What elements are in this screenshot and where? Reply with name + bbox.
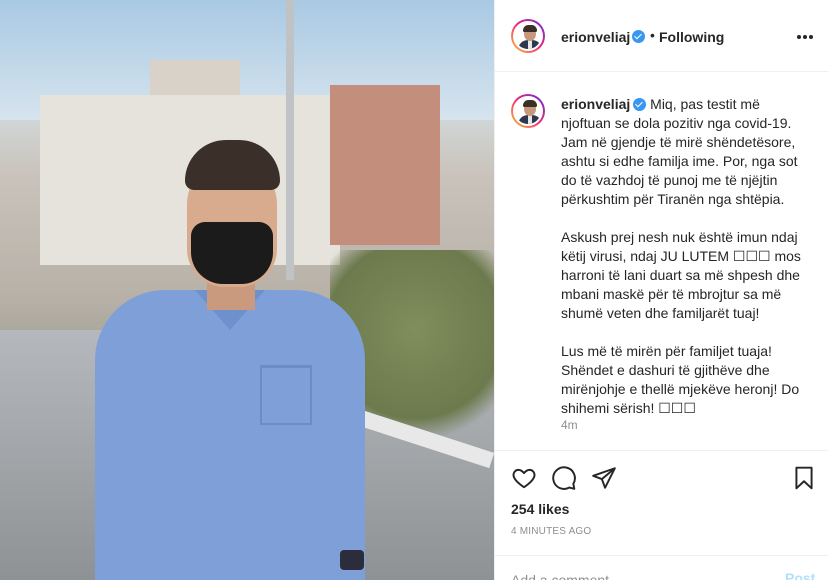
header-username[interactable]: erionveliaj bbox=[561, 29, 630, 45]
bookmark-icon[interactable] bbox=[791, 465, 817, 491]
caption-paragraph: Miq, pas testit më njoftuan se dola pozi… bbox=[561, 96, 802, 207]
caption-section: erionveliaj Miq, pas testit më njoftuan … bbox=[495, 72, 828, 450]
person-hair bbox=[185, 140, 280, 190]
post-photo[interactable] bbox=[0, 0, 494, 580]
paper-plane-icon[interactable] bbox=[591, 465, 617, 491]
heart-icon[interactable] bbox=[511, 465, 537, 491]
person-shirt bbox=[95, 290, 365, 580]
post-timestamp: 4 minutes ago bbox=[511, 526, 592, 537]
person-watch bbox=[340, 550, 364, 570]
caption-time[interactable]: 4m bbox=[561, 418, 578, 432]
comment-input[interactable] bbox=[511, 570, 751, 580]
more-options-icon[interactable] bbox=[797, 32, 813, 42]
following-button[interactable]: Following bbox=[659, 29, 724, 45]
person-pocket bbox=[260, 365, 312, 425]
person-face-mask bbox=[191, 222, 273, 284]
verified-badge-icon bbox=[633, 98, 647, 111]
comment-icon[interactable] bbox=[551, 465, 577, 491]
separator-dot: • bbox=[650, 27, 655, 43]
photo-person bbox=[95, 140, 365, 580]
likes-count[interactable]: 254 likes bbox=[511, 501, 569, 517]
action-bar: 254 likes 4 minutes ago Post bbox=[495, 450, 828, 580]
avatar[interactable] bbox=[511, 94, 545, 128]
caption-username[interactable]: erionveliaj bbox=[561, 96, 630, 112]
comment-bar: Post bbox=[495, 555, 828, 580]
caption-text: erionveliaj Miq, pas testit më njoftuan … bbox=[561, 95, 813, 418]
post-details-panel: erionveliaj • Following erionveliaj Miq,… bbox=[494, 0, 828, 580]
caption-paragraph: Askush prej nesh nuk është imun ndaj kët… bbox=[561, 229, 805, 321]
caption-paragraph: Lus më të mirën për familjet tuaja! Shën… bbox=[561, 343, 804, 416]
post-header: erionveliaj • Following bbox=[495, 0, 828, 72]
post-comment-button[interactable]: Post bbox=[785, 570, 815, 580]
verified-badge-icon bbox=[632, 30, 645, 43]
avatar[interactable] bbox=[511, 19, 545, 53]
